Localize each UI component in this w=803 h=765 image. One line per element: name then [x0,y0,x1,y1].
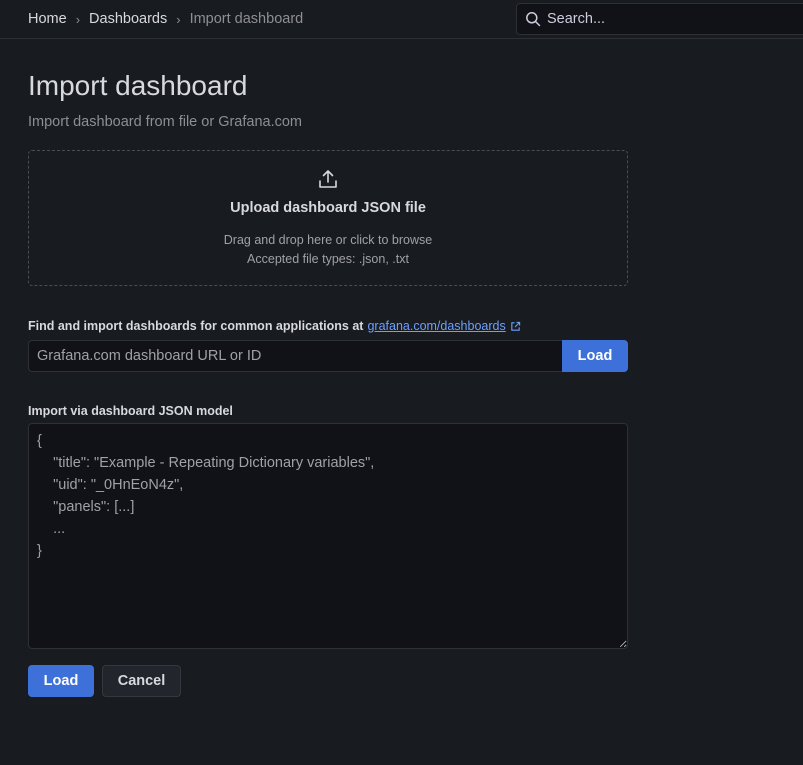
cancel-button[interactable]: Cancel [102,665,181,697]
upload-title: Upload dashboard JSON file [230,200,426,216]
json-model-label: Import via dashboard JSON model [28,404,233,418]
json-model-textarea[interactable] [28,423,628,649]
load-button[interactable]: Load [28,665,94,697]
upload-dropzone[interactable]: Upload dashboard JSON file Drag and drop… [28,150,628,286]
upload-icon [319,170,337,188]
breadcrumb-separator: › [176,11,181,27]
upload-accepted-types: Accepted file types: .json, .txt [247,252,409,266]
upload-hint: Drag and drop here or click to browse Ac… [224,231,432,269]
upload-hint-text: Drag and drop here or click to browse [223,233,433,247]
breadcrumb-dashboards[interactable]: Dashboards [89,11,167,27]
external-link-icon[interactable] [510,321,521,332]
breadcrumb-current: Import dashboard [189,11,304,27]
grafana-com-label-text: Find and import dashboards for common ap… [28,319,364,333]
breadcrumb-separator: › [75,11,81,27]
load-grafana-com-button[interactable]: Load [562,340,628,372]
search-icon [526,12,541,27]
page-subtitle: Import dashboard from file or Grafana.co… [28,114,303,130]
search-input[interactable] [547,11,787,27]
breadcrumb-home[interactable]: Home [28,11,67,27]
grafana-com-label: Find and import dashboards for common ap… [28,319,521,333]
search-box[interactable] [516,3,803,35]
grafana-com-link[interactable]: grafana.com/dashboards [367,319,505,333]
breadcrumb: Home › Dashboards › Import dashboard [0,11,303,27]
grafana-com-url-input[interactable] [28,340,563,372]
page-title: Import dashboard [28,70,248,101]
top-navbar: Home › Dashboards › Import dashboard [0,0,803,39]
